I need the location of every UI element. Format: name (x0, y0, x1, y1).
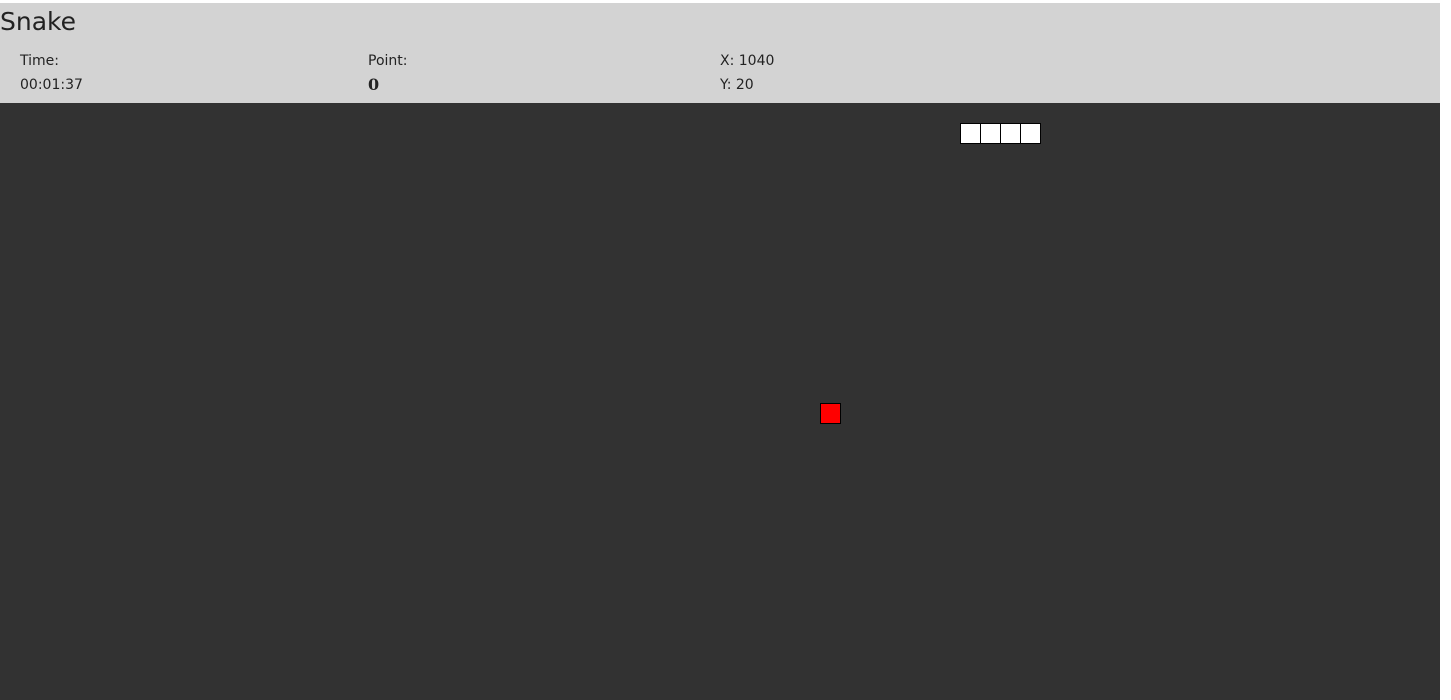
game-title: Snake (0, 7, 77, 36)
point-value: 0 (368, 75, 380, 94)
page-margin (1440, 0, 1451, 700)
time-label: Time: (20, 53, 59, 69)
snake-segment (1000, 123, 1021, 144)
x-coordinate: X: 1040 (720, 53, 775, 69)
snake-segment (980, 123, 1001, 144)
time-stat: Time: 00:01:37 (20, 49, 83, 97)
food-item (820, 403, 841, 424)
point-label: Point: (368, 53, 408, 69)
point-stat: Point: 0 (368, 49, 407, 97)
snake-segment (960, 123, 981, 144)
game-board[interactable] (0, 103, 1440, 700)
y-coordinate: Y: 20 (720, 77, 754, 93)
coordinates-stat: X: 1040 Y: 20 (720, 49, 774, 97)
game-header: Snake Time: 00:01:37 Point: 0 X: 1040 Y:… (0, 3, 1440, 103)
time-value: 00:01:37 (20, 77, 83, 93)
snake-game: Snake Time: 00:01:37 Point: 0 X: 1040 Y:… (0, 3, 1440, 700)
snake-segment (1020, 123, 1041, 144)
